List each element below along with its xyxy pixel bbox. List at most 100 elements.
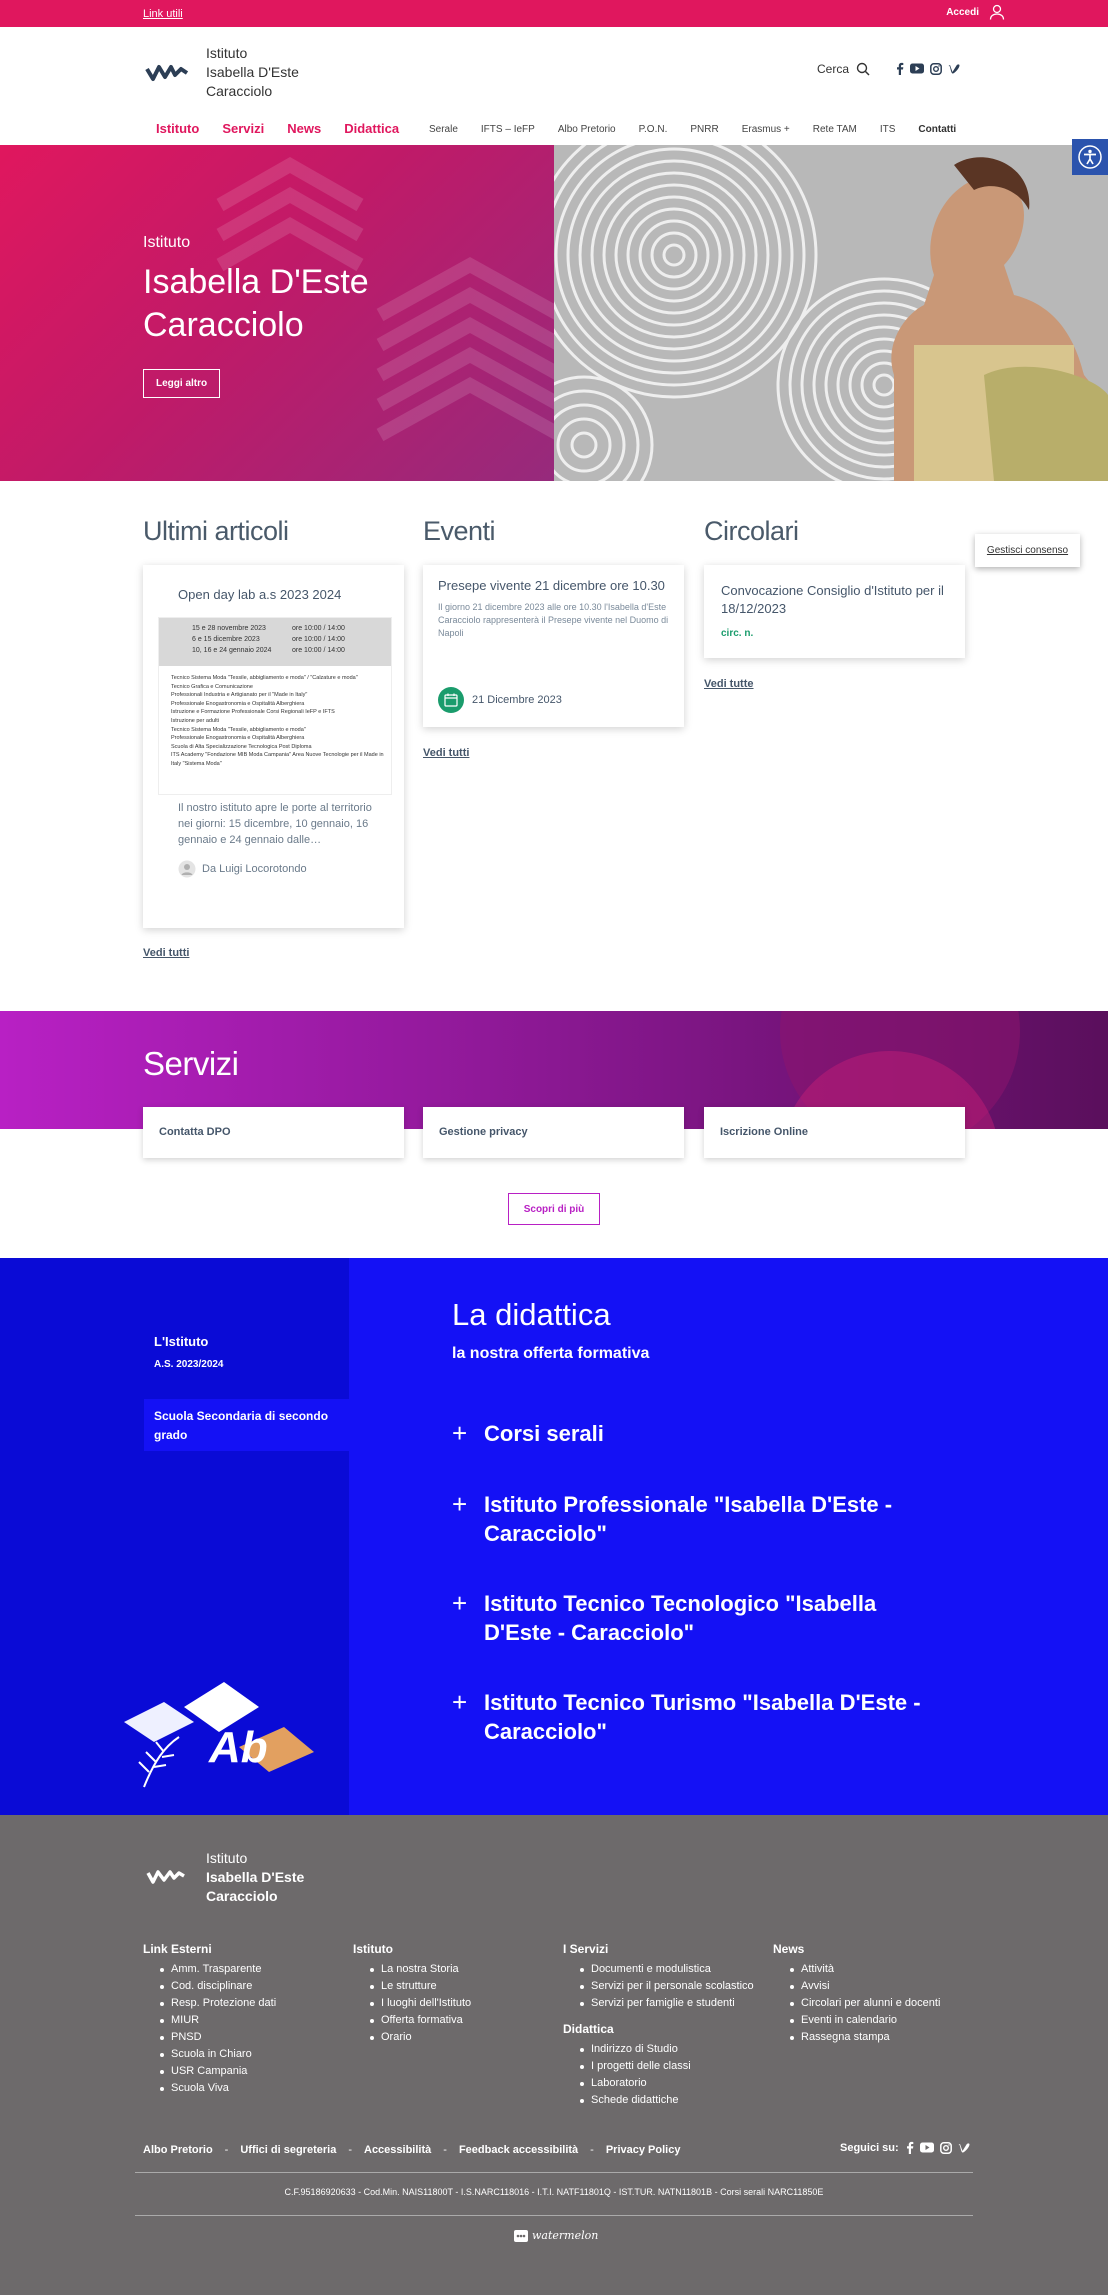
subnav-erasmus[interactable]: Erasmus + bbox=[742, 124, 790, 135]
separator: - bbox=[224, 2144, 229, 2156]
footer-link[interactable]: Attività bbox=[773, 1961, 940, 1978]
footer-link[interactable]: USR Campania bbox=[143, 2063, 276, 2080]
footer-col-title: Link Esterni bbox=[143, 1942, 212, 1956]
circolari-title: Circolari bbox=[704, 516, 799, 546]
author-name: Da Luigi Locorotondo bbox=[202, 863, 307, 875]
circolare-card[interactable]: Convocazione Consiglio d'Istituto per il… bbox=[704, 565, 965, 658]
header-social bbox=[895, 62, 960, 75]
footer-link-accessibilita[interactable]: Accessibilità bbox=[364, 2144, 431, 2156]
subnav-albo[interactable]: Albo Pretorio bbox=[558, 124, 616, 135]
subnav-contatti[interactable]: Contatti bbox=[918, 124, 956, 135]
footer-link[interactable]: Indirizzo di Studio bbox=[563, 2041, 754, 2058]
accordion-turismo[interactable]: + Istituto Tecnico Turismo "Isabella D'Es… bbox=[452, 1688, 924, 1746]
vimeo-icon[interactable] bbox=[948, 63, 960, 74]
subnav-pnrr[interactable]: PNRR bbox=[690, 124, 718, 135]
footer-logo-icon[interactable] bbox=[146, 1865, 186, 1889]
footer-link[interactable]: La nostra Storia bbox=[353, 1961, 471, 1978]
nav-news[interactable]: News bbox=[287, 121, 321, 136]
footer-link[interactable]: Eventi in calendario bbox=[773, 2012, 940, 2029]
login-link[interactable]: Accedi bbox=[946, 4, 1005, 20]
nav-didattica[interactable]: Didattica bbox=[344, 121, 399, 136]
footer-link[interactable]: PNSD bbox=[143, 2029, 276, 2046]
discover-more-button[interactable]: Scopri di più bbox=[508, 1193, 600, 1225]
manage-consent-button[interactable]: Gestisci consenso bbox=[975, 534, 1080, 567]
footer-link-albo[interactable]: Albo Pretorio bbox=[143, 2144, 213, 2156]
circolare-card-title[interactable]: Convocazione Consiglio d'Istituto per il… bbox=[721, 582, 946, 618]
brand-name[interactable]: Istituto Isabella D'Este Caracciolo bbox=[206, 44, 299, 101]
article-card-title[interactable]: Open day lab a.s 2023 2024 bbox=[178, 587, 341, 602]
plus-icon: + bbox=[452, 1687, 468, 1717]
login-label: Accedi bbox=[946, 6, 979, 18]
nav-servizi[interactable]: Servizi bbox=[222, 121, 264, 136]
footer-link[interactable]: Documenti e modulistica bbox=[563, 1961, 754, 1978]
footer-link-privacy[interactable]: Privacy Policy bbox=[606, 2144, 681, 2156]
facebook-icon[interactable] bbox=[905, 2141, 914, 2154]
youtube-icon[interactable] bbox=[910, 63, 924, 74]
footer-link-feedback[interactable]: Feedback accessibilità bbox=[459, 2144, 578, 2156]
footer-link-uffici[interactable]: Uffici di segreteria bbox=[240, 2144, 336, 2156]
footer-link[interactable]: MIUR bbox=[143, 2012, 276, 2029]
header: Istituto Isabella D'Este Caracciolo Cerc… bbox=[0, 27, 1108, 145]
youtube-icon[interactable] bbox=[919, 2142, 934, 2153]
poster-line: Tecnico Sistema Moda "Tessile, abbigliam… bbox=[171, 726, 306, 733]
footer-link[interactable]: Resp. Protezione dati bbox=[143, 1995, 276, 2012]
footer-link[interactable]: Schede didattiche bbox=[563, 2092, 754, 2109]
service-card-dpo[interactable]: Contatta DPO bbox=[143, 1107, 404, 1158]
link-utili[interactable]: Link utili bbox=[143, 8, 183, 20]
articles-see-all-link[interactable]: Vedi tutti bbox=[143, 947, 189, 959]
footer-link[interactable]: Circolari per alunni e docenti bbox=[773, 1995, 940, 2012]
read-more-button[interactable]: Leggi altro bbox=[143, 369, 221, 398]
facebook-icon[interactable] bbox=[895, 62, 904, 75]
footer-link[interactable]: Le strutture bbox=[353, 1978, 471, 1995]
tab-istituto-year: A.S. 2023/2024 bbox=[154, 1359, 224, 1370]
footer-link[interactable]: Rassegna stampa bbox=[773, 2029, 940, 2046]
school-logo-icon[interactable] bbox=[145, 57, 189, 87]
footer-link[interactable]: Scuola in Chiaro bbox=[143, 2046, 276, 2063]
instagram-icon[interactable] bbox=[939, 2141, 952, 2154]
footer-brand[interactable]: Istituto Isabella D'Este Caracciolo bbox=[206, 1849, 304, 1906]
footer-col-title: News bbox=[773, 1942, 805, 1956]
footer-link[interactable]: Laboratorio bbox=[563, 2075, 754, 2092]
plus-icon: + bbox=[452, 1588, 468, 1618]
footer-link[interactable]: Cod. disciplinare bbox=[143, 1978, 276, 1995]
instagram-icon[interactable] bbox=[930, 62, 942, 75]
event-card-title[interactable]: Presepe vivente 21 dicembre ore 10.30 bbox=[438, 578, 665, 593]
accordion-professionale[interactable]: + Istituto Professionale "Isabella D'Este… bbox=[452, 1490, 924, 1548]
subnav-rete-tam[interactable]: Rete TAM bbox=[813, 124, 857, 135]
footer-col-istituto: Istituto La nostra Storia Le strutture I… bbox=[353, 1942, 471, 2046]
accordion-corsi-serali[interactable]: + Corsi serali bbox=[452, 1419, 924, 1448]
subnav-pon[interactable]: P.O.N. bbox=[639, 124, 668, 135]
tab-istituto[interactable]: L'Istituto bbox=[154, 1334, 208, 1349]
footer-link[interactable]: I luoghi dell'Istituto bbox=[353, 1995, 471, 2012]
accessibility-toolbar-button[interactable] bbox=[1072, 139, 1108, 175]
tab-scuola-secondaria[interactable]: Scuola Secondaria di secondo grado bbox=[144, 1399, 349, 1451]
accordion-label: Corsi serali bbox=[484, 1421, 604, 1446]
subnav-ifts[interactable]: IFTS – IeFP bbox=[481, 124, 535, 135]
footer-link[interactable]: I progetti delle classi bbox=[563, 2058, 754, 2075]
footer-link[interactable]: Servizi per famiglie e studenti bbox=[563, 1995, 754, 2012]
service-card-iscrizione[interactable]: Iscrizione Online bbox=[704, 1107, 965, 1158]
hero: Istituto Isabella D'Este Caracciolo Legg… bbox=[0, 145, 1108, 481]
accordion-tecnologico[interactable]: + Istituto Tecnico Tecnologico "Isabella … bbox=[452, 1589, 924, 1647]
footer-link[interactable]: Avvisi bbox=[773, 1978, 940, 1995]
footer-link[interactable]: Servizi per il personale scolastico bbox=[563, 1978, 754, 1995]
article-card[interactable]: Open day lab a.s 2023 2024 15 e 28 novem… bbox=[143, 565, 404, 928]
footer-link[interactable]: Scuola Viva bbox=[143, 2080, 276, 2097]
events-see-all-link[interactable]: Vedi tutti bbox=[423, 747, 469, 759]
footer-col-title: Didattica bbox=[563, 2022, 614, 2036]
circolari-see-all-link[interactable]: Vedi tutte bbox=[704, 678, 754, 690]
search-button[interactable]: Cerca bbox=[817, 62, 870, 76]
footer-link[interactable]: Offerta formativa bbox=[353, 2012, 471, 2029]
footer-link[interactable]: Orario bbox=[353, 2029, 471, 2046]
service-card-privacy[interactable]: Gestione privacy bbox=[423, 1107, 684, 1158]
hero-title: Isabella D'Este Caracciolo bbox=[143, 263, 369, 344]
footer: Istituto Isabella D'Este Caracciolo Link… bbox=[0, 1815, 1108, 2295]
watermelon-credit[interactable]: watermelon bbox=[514, 2229, 598, 2242]
nav-istituto[interactable]: Istituto bbox=[156, 121, 199, 136]
event-card[interactable]: Presepe vivente 21 dicembre ore 10.30 Il… bbox=[423, 565, 684, 727]
poster-line: Professionale Enogastronomia e Ospitalit… bbox=[171, 735, 305, 742]
footer-link[interactable]: Amm. Trasparente bbox=[143, 1961, 276, 1978]
subnav-serale[interactable]: Serale bbox=[429, 124, 458, 135]
vimeo-icon[interactable] bbox=[958, 2142, 970, 2153]
subnav-its[interactable]: ITS bbox=[880, 124, 896, 135]
